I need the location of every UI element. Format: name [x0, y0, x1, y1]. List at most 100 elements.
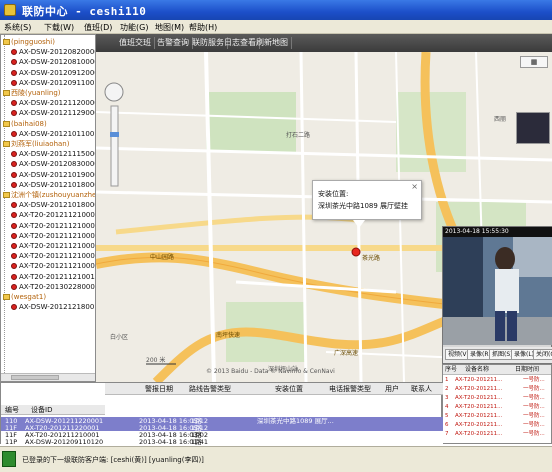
table-cell: AX-DSW-201209110120 — [25, 438, 104, 446]
tree-device-node[interactable]: AX-DSW-201212180017 — [11, 302, 96, 312]
camera-icon — [11, 100, 17, 107]
tree-device-node[interactable]: AX-DSW-201208200001 — [11, 47, 95, 57]
tree-node-label: AX-DSW-201210190001 — [19, 170, 96, 179]
camera-icon — [11, 161, 17, 168]
table-cell: AX-T20-201211... — [455, 377, 503, 383]
menu-system[interactable]: 系统(S) — [4, 22, 31, 33]
camera-icon — [11, 181, 17, 188]
zoom-control — [102, 82, 126, 192]
tree-node-label: AX-T20-201211210003 — [19, 231, 96, 240]
close-icon[interactable]: × — [411, 182, 418, 191]
camera-icon — [11, 283, 17, 290]
tree-device-node[interactable]: AX-DSW-201209120001 — [11, 68, 95, 78]
close-button[interactable]: 关闭(C) — [533, 349, 552, 360]
tree-device-node[interactable]: AX-DSW-201208300001 — [11, 159, 95, 169]
tree-device-node[interactable]: AX-T20-201211210006 — [11, 261, 95, 271]
menu-help[interactable]: 帮助(H) — [189, 22, 217, 33]
road-label: 中山园路 — [150, 254, 175, 261]
tree-device-node[interactable]: AX-T20-201211210004 — [11, 241, 95, 251]
camera-icon — [11, 49, 17, 56]
column-header: 警报日期 — [145, 385, 173, 393]
tree-node-label: AX-DSW-201209110016 — [19, 78, 96, 87]
map-type-button[interactable]: ▦ — [520, 56, 548, 68]
folder-icon — [3, 192, 10, 198]
tree-device-node[interactable]: AX-DSW-201210110013 — [11, 129, 95, 139]
tree-device-node[interactable]: AX-T20-201211210005 — [11, 251, 95, 261]
menu-map[interactable]: 地图(M) — [155, 22, 184, 33]
camera-icon — [11, 110, 17, 117]
tree-device-node[interactable]: AX-DSW-201211200001 — [11, 98, 95, 108]
table-cell: 3 — [445, 395, 449, 401]
table-cell: AX-T20-201211... — [455, 395, 503, 401]
tree-device-node[interactable]: AX-DSW-201208100001 — [11, 57, 95, 67]
device-location-marker[interactable] — [351, 247, 361, 257]
tree-node-label: AX-DSW-201211290001 — [19, 109, 96, 118]
table-cell: 一号防... — [523, 404, 545, 410]
tree-node-label: AX-DSW-201212180017 — [19, 303, 96, 312]
column-header: 序号 — [445, 366, 458, 373]
tree-node-label: (pingguoshi) — [11, 38, 55, 46]
location-popup: × 安装位置: 深圳茶光中路1089 展厅壁挂 — [312, 180, 422, 228]
menu-download[interactable]: 下载(W) — [44, 22, 74, 33]
camera-icon — [11, 304, 17, 311]
tree-device-node[interactable]: AX-DSW-201210190001 — [11, 170, 96, 180]
scrollbar-thumb[interactable] — [11, 375, 59, 380]
tab-duty-handover[interactable]: 值班交班 — [116, 37, 155, 49]
column-header: 安装位置 — [275, 385, 303, 393]
tree-node-label: AX-T20-201211210001 — [19, 211, 96, 220]
alarm-row[interactable]: 11P AX-DSW-201209110120 2013-04-18 16:01:4… — [1, 438, 443, 446]
road-label: 茶光路 — [362, 255, 381, 262]
tree-group-node[interactable]: 沈洲个镇(zushouyuanzhen) — [3, 190, 95, 200]
map-toolbar: 值班交班 告警查询 联防服务 日志查看 刷新地图 — [96, 34, 552, 52]
tree-device-node[interactable]: AX-T20-201211210003 — [11, 231, 96, 241]
map-label: 白小区 — [110, 334, 129, 341]
tree-node-label: AX-T20-201302280001 — [19, 282, 96, 291]
table-cell: 7 — [445, 431, 449, 437]
tree-group-node[interactable]: 西陵(yuanling) — [3, 88, 61, 98]
pan-control[interactable] — [104, 82, 124, 102]
tree-group-node[interactable]: (pingguoshi) — [3, 37, 55, 47]
tree-device-node[interactable]: AX-T20-201211210017 — [11, 272, 96, 282]
device-tree[interactable]: (pingguoshi) AX-DSW-201208200001 AX-DSW-20… — [0, 34, 96, 382]
table-cell: AX-T20-201211... — [455, 413, 503, 419]
tree-group-node[interactable]: 刘燕军(liuiaohan) — [3, 139, 69, 149]
camera-icon — [11, 212, 17, 219]
tree-device-node[interactable]: AX-DSW-201211150001 — [11, 149, 96, 159]
camera-feed — [443, 237, 552, 345]
zoom-handle[interactable] — [110, 132, 119, 137]
table-cell: 2 — [445, 386, 449, 392]
tree-node-label: AX-DSW-201211150001 — [19, 150, 96, 159]
window-title: 联防中心 - ceshi110 — [22, 5, 147, 18]
alarm-table: 警报日期 路线告警类型 安装位置 电话报警类型 用户 联系人 编号 设备ID 1… — [0, 382, 443, 446]
tab-refresh-map[interactable]: 刷新地图 — [253, 37, 292, 49]
tree-device-node[interactable]: AX-DSW-201210180001 — [11, 180, 95, 190]
camera-icon — [11, 151, 17, 158]
column-header: 编号 — [5, 406, 19, 414]
menu-duty[interactable]: 值班(D) — [84, 22, 112, 33]
table-cell: 一号防... — [523, 422, 545, 428]
tree-device-node[interactable]: AX-DSW-201210180001 — [11, 200, 95, 210]
column-header: 路线告警类型 — [189, 385, 231, 393]
tree-device-node[interactable]: AX-T20-201211210001 — [11, 210, 96, 220]
minor-road — [96, 146, 552, 162]
tree-device-node[interactable]: AX-T20-201211210002 — [11, 221, 95, 231]
folder-icon — [3, 90, 10, 96]
camera-icon — [11, 171, 17, 178]
road-label: 南坪快速 — [216, 332, 241, 339]
title-bar: 联防中心 - ceshi110 — [0, 0, 552, 20]
video-timestamp: 2013-04-18 15:55:30 — [443, 227, 552, 237]
tree-device-node[interactable]: AX-T20-201302280001 — [11, 282, 96, 292]
tree-horizontal-scrollbar[interactable] — [1, 373, 95, 381]
folder-icon — [3, 120, 10, 127]
zoom-slider[interactable] — [110, 105, 119, 187]
tab-alarm-query[interactable]: 告警查询 — [154, 37, 193, 49]
map-label: 打石二路 — [286, 132, 311, 139]
tree-group-node[interactable]: (baihai08) — [3, 119, 47, 129]
tree-device-node[interactable]: AX-DSW-201211290001 — [11, 108, 96, 118]
tree-node-label: AX-T20-201211210017 — [19, 272, 96, 281]
tree-device-node[interactable]: AX-DSW-201209110016 — [11, 78, 96, 88]
folder-icon — [3, 141, 10, 147]
column-header: 电话报警类型 — [329, 385, 371, 393]
tree-group-node[interactable]: (wesgat1) — [3, 292, 46, 302]
menu-function[interactable]: 功能(G) — [120, 22, 148, 33]
